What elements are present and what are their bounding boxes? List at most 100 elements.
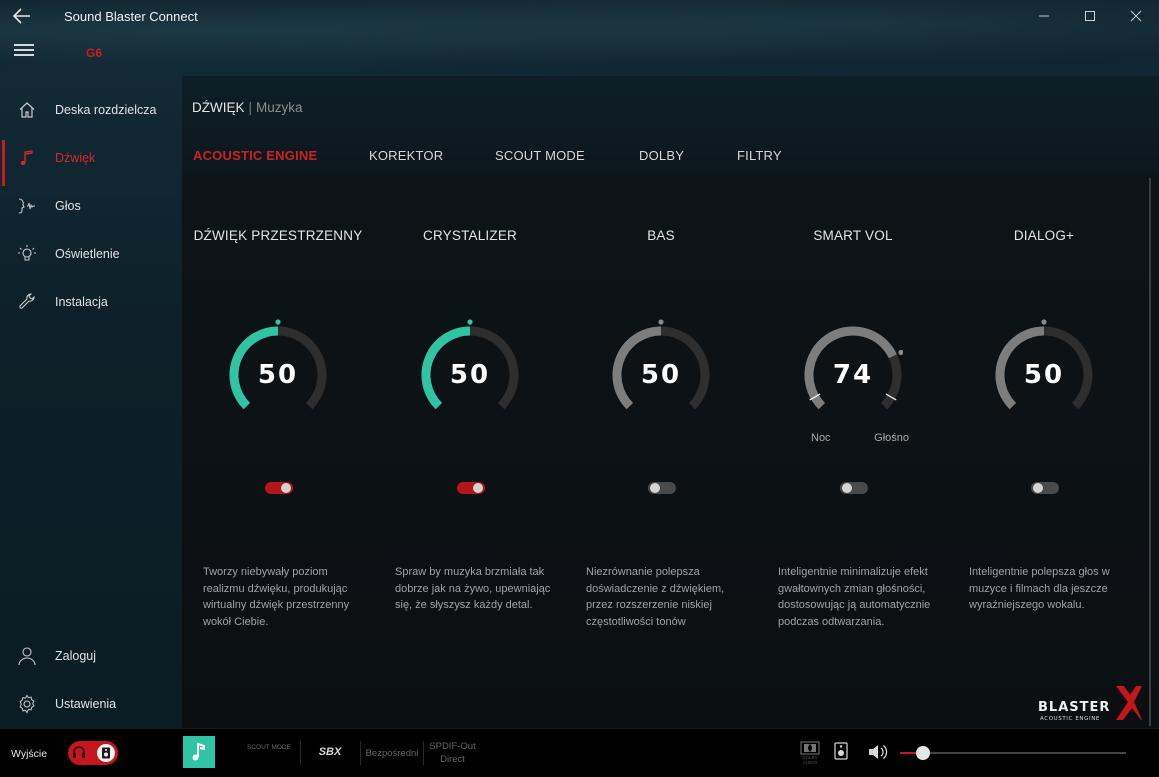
- scout-mode-button[interactable]: SCOUT MODE: [246, 744, 292, 752]
- breadcrumb-main: DŹWIĘK: [192, 100, 245, 115]
- knob-value: 50: [640, 360, 682, 390]
- tab-dolby[interactable]: DOLBY: [639, 148, 684, 163]
- device-name[interactable]: G6: [86, 46, 102, 60]
- sidebar-item-settings[interactable]: Ustawienia: [0, 684, 182, 724]
- hamburger-menu-icon[interactable]: [14, 44, 34, 60]
- scrollbar[interactable]: [1149, 178, 1151, 726]
- bottom-bar: Wyjście SCOUT MODE SBX Bezpośredni SPDIF…: [0, 728, 1159, 777]
- voice-icon: [16, 195, 38, 217]
- svg-text:ACOUSTIC ENGINE: ACOUSTIC ENGINE: [1040, 716, 1100, 722]
- sidebar-item-label: Oświetlenie: [55, 247, 120, 261]
- music-note-icon: [192, 742, 205, 761]
- exit-label: Wyjście: [11, 748, 48, 760]
- knob-label-night: Noc: [811, 432, 831, 444]
- card-crystalizer: CRYSTALIZER 50 Spraw by muzyka brzmiała …: [375, 176, 565, 716]
- card-description: Spraw by muzyka brzmiała tak dobrze jak …: [395, 566, 551, 611]
- sidebar-item-setup[interactable]: Instalacja: [0, 282, 182, 322]
- svg-text:BLASTER: BLASTER: [1038, 700, 1110, 715]
- card-title: BAS: [647, 228, 675, 243]
- knob-value: 50: [1023, 360, 1065, 390]
- sidebar-item-login[interactable]: Zaloguj: [0, 636, 182, 676]
- separator: [300, 741, 301, 765]
- volume-slider[interactable]: [900, 746, 1126, 760]
- knob-value: 50: [257, 360, 299, 390]
- smart-vol-knob[interactable]: 74 Noc Głośno: [803, 316, 909, 444]
- knob-indicator-dot: [658, 319, 664, 325]
- home-icon: [16, 99, 38, 121]
- spdif-line-1: SPDIF-Out: [429, 741, 476, 752]
- sidebar-item-lighting[interactable]: Oświetlenie: [0, 234, 182, 274]
- speaker-icon: [97, 744, 115, 762]
- smart-vol-toggle[interactable]: [840, 482, 868, 494]
- separator: [423, 741, 424, 765]
- breadcrumb-separator: |: [248, 100, 253, 115]
- card-smart-vol: SMART VOL 74 Noc Głośno Inteligentnie mi…: [758, 176, 948, 716]
- crystalizer-toggle[interactable]: [457, 482, 485, 494]
- card-bass: BAS 50 Niezrównanie polepsza doświadczen…: [566, 176, 756, 716]
- tab-scout-mode[interactable]: SCOUT MODE: [495, 148, 585, 163]
- sidebar: Deska rozdzielcza Dźwięk Głos Oświetleni…: [0, 76, 182, 728]
- tab-filters[interactable]: FILTRY: [737, 148, 782, 163]
- sidebar-item-dashboard[interactable]: Deska rozdzielcza: [0, 90, 182, 130]
- direct-mode-button[interactable]: Bezpośredni: [362, 747, 422, 760]
- tab-equalizer[interactable]: KOREKTOR: [369, 148, 443, 163]
- maximize-icon[interactable]: [1067, 0, 1113, 32]
- bulb-icon: [16, 243, 38, 265]
- window-controls: [1021, 0, 1159, 32]
- surround-knob[interactable]: 50: [228, 316, 328, 436]
- dolby-audio-label: DOLBY AUDIO: [802, 755, 818, 765]
- crystalizer-knob[interactable]: 50: [420, 316, 520, 436]
- tab-acoustic-engine[interactable]: ACOUSTIC ENGINE: [193, 148, 317, 163]
- breadcrumb-profile[interactable]: Muzyka: [256, 100, 303, 115]
- output-toggle[interactable]: [68, 741, 118, 765]
- sidebar-item-label: Ustawienia: [55, 697, 117, 711]
- card-dialog-plus: DIALOG+ 50 Inteligentnie polepsza głos w…: [949, 176, 1139, 716]
- dolby-audio-icon: DOLBY AUDIO: [800, 741, 820, 770]
- minimize-icon[interactable]: [1021, 0, 1067, 32]
- knob-indicator-dot: [1041, 319, 1047, 325]
- spdif-line-2: Direct: [440, 754, 465, 765]
- spdif-out-button[interactable]: SPDIF-Out Direct: [425, 740, 480, 766]
- card-title: SMART VOL: [813, 228, 893, 243]
- sidebar-item-label: Dźwięk: [55, 151, 96, 165]
- volume-icon[interactable]: [868, 744, 888, 765]
- knob-indicator-dot: [898, 349, 903, 356]
- card-title: DIALOG+: [1013, 228, 1075, 243]
- acoustic-engine-panel: DŹWIĘK PRZESTRZENNY 50 Tworzy niebywały …: [182, 176, 1159, 728]
- sidebar-item-label: Zaloguj: [55, 649, 96, 663]
- blasterx-logo: BLASTER ACOUSTIC ENGINE: [1036, 684, 1142, 726]
- knob-value: 50: [449, 360, 491, 390]
- card-description: Inteligentnie minimalizuje efekt gwałtow…: [778, 566, 931, 628]
- sidebar-item-label: Głos: [55, 199, 81, 213]
- card-description: Tworzy niebywały poziom realizmu dźwięku…: [203, 566, 350, 628]
- sidebar-item-sound[interactable]: Dźwięk: [0, 138, 182, 186]
- dialog-plus-toggle[interactable]: [1031, 482, 1059, 494]
- volume-slider-thumb[interactable]: [915, 746, 930, 760]
- card-surround: DŹWIĘK PRZESTRZENNY 50 Tworzy niebywały …: [183, 176, 373, 716]
- card-title: DŹWIĘK PRZESTRZENNY: [193, 228, 363, 243]
- headphones-icon: [72, 745, 86, 762]
- surround-toggle[interactable]: [265, 482, 293, 494]
- bass-toggle[interactable]: [648, 482, 676, 494]
- knob-indicator-dot: [275, 319, 281, 325]
- sidebar-item-label: Instalacja: [55, 295, 108, 309]
- dialog-plus-knob[interactable]: 50: [994, 316, 1094, 436]
- sidebar-item-label: Deska rozdzielcza: [55, 103, 157, 117]
- card-description: Niezrównanie polepsza doświadczenie z dź…: [586, 566, 725, 628]
- user-icon: [16, 645, 38, 667]
- separator: [360, 741, 361, 765]
- close-icon[interactable]: [1113, 0, 1159, 32]
- music-mode-button[interactable]: [183, 736, 215, 768]
- knob-label-loud: Głośno: [874, 432, 909, 444]
- wrench-icon: [16, 291, 38, 313]
- music-note-icon: [16, 147, 38, 169]
- main-header: DŹWIĘK | Muzyka ACOUSTIC ENGINE KOREKTOR S…: [182, 76, 1159, 176]
- knob-value: 74: [832, 360, 874, 390]
- title-bar: Sound Blaster Connect G6: [0, 0, 1159, 76]
- bass-knob[interactable]: 50: [611, 316, 711, 436]
- sidebar-item-voice[interactable]: Głos: [0, 186, 182, 226]
- speaker-device-icon[interactable]: [834, 742, 848, 765]
- back-arrow-icon[interactable]: [12, 6, 36, 28]
- sbx-button[interactable]: SBX: [312, 746, 348, 759]
- breadcrumb: DŹWIĘK | Muzyka: [192, 100, 303, 115]
